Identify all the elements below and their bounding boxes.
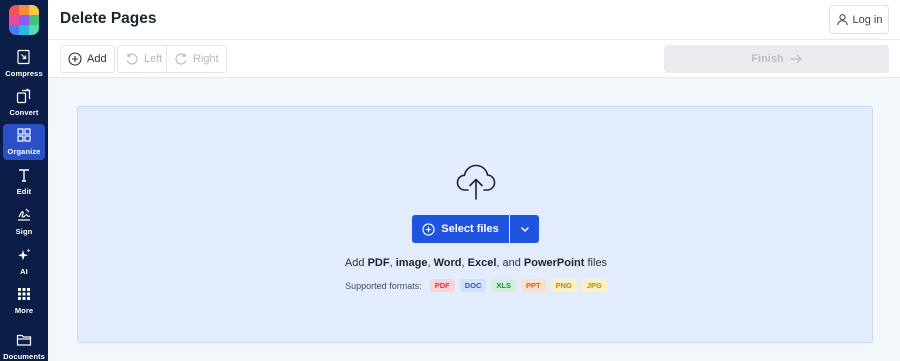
select-files-label: Select files — [441, 223, 499, 235]
app-logo[interactable] — [9, 5, 39, 35]
logo-tile — [29, 5, 39, 15]
logo-tile — [9, 25, 19, 35]
logo-tile — [9, 5, 19, 15]
type-powerpoint: PowerPoint — [523, 257, 585, 269]
cloud-upload-icon — [456, 164, 496, 200]
compress-icon — [17, 49, 30, 65]
user-icon — [836, 14, 848, 26]
toolbar: Add Left Right Finish — [48, 40, 900, 78]
organize-icon — [17, 128, 31, 142]
sidebar-item-label: Organize — [7, 147, 41, 156]
login-label: Log in — [852, 13, 883, 26]
format-badge-pdf: PDF — [429, 279, 455, 292]
sidebar-item-documents[interactable]: Documents — [3, 329, 45, 361]
format-badge-jpg: JPG — [581, 279, 607, 292]
arrow-right-icon — [790, 54, 802, 64]
add-label: Add — [87, 53, 107, 65]
sidebar-item-label: Sign — [15, 227, 33, 236]
logo-tile — [19, 25, 29, 35]
finish-button[interactable]: Finish — [664, 45, 889, 73]
sidebar-item-sign[interactable]: Sign — [3, 204, 45, 240]
format-badge-xls: XLS — [491, 279, 516, 292]
sidebar-item-compress[interactable]: Compress — [3, 46, 45, 82]
page-title: Delete Pages — [60, 10, 157, 27]
header: Delete Pages Log in — [48, 0, 900, 40]
sidebar-item-label: AI — [20, 267, 28, 276]
text-edit-icon — [19, 169, 29, 182]
sidebar-item-label: Documents — [3, 352, 45, 361]
plus-circle-icon — [68, 52, 82, 66]
supported-types-text: Add PDF, image, Word, Excel, and PowerPo… — [344, 257, 608, 269]
rotate-right-icon — [175, 53, 187, 65]
logo-tile — [9, 15, 19, 25]
add-text-suffix: files — [587, 257, 608, 269]
chevron-down-icon — [520, 227, 529, 232]
sidebar-item-label: More — [14, 306, 34, 315]
right-label: Right — [193, 53, 219, 65]
finish-label: Finish — [751, 53, 784, 65]
rotate-right-button[interactable]: Right — [166, 45, 227, 73]
sidebar: Compress Convert Organize Edit Sign AI M… — [0, 0, 48, 361]
format-badge-png: PNG — [550, 279, 577, 292]
file-dropzone[interactable]: Select files Add PDF, image, Word, Excel… — [77, 106, 873, 343]
type-image: image — [395, 257, 428, 269]
grid-dots-icon — [18, 288, 30, 300]
supported-formats: Supported formats: PDF DOC XLS PPT PNG J… — [78, 279, 874, 292]
logo-tile — [19, 15, 29, 25]
add-text-prefix: Add — [344, 257, 365, 269]
sidebar-item-more[interactable]: More — [3, 283, 45, 319]
sidebar-item-label: Edit — [16, 187, 32, 196]
select-source-dropdown[interactable] — [510, 215, 539, 243]
sidebar-item-ai[interactable]: AI — [3, 244, 45, 280]
logo-tile — [29, 15, 39, 25]
login-button[interactable]: Log in — [829, 5, 889, 34]
sidebar-item-label: Convert — [9, 108, 39, 117]
rotate-left-icon — [126, 53, 138, 65]
select-files-button[interactable]: Select files — [412, 215, 509, 243]
logo-tile — [29, 25, 39, 35]
logo-tile — [19, 5, 29, 15]
add-button[interactable]: Add — [60, 45, 115, 73]
select-files-group: Select files — [412, 215, 539, 243]
type-pdf: PDF — [367, 257, 390, 269]
sidebar-item-organize[interactable]: Organize — [3, 124, 45, 160]
sidebar-item-edit[interactable]: Edit — [3, 164, 45, 200]
left-label: Left — [144, 53, 163, 65]
supported-formats-label: Supported formats: — [345, 280, 422, 291]
rotate-left-button[interactable]: Left — [117, 45, 170, 73]
sidebar-item-convert[interactable]: Convert — [3, 85, 45, 121]
convert-icon — [16, 88, 31, 104]
plus-circle-icon — [422, 222, 435, 236]
folder-icon — [16, 334, 32, 346]
format-badge-ppt: PPT — [520, 279, 546, 292]
format-badge-doc: DOC — [459, 279, 487, 292]
signature-icon — [18, 208, 31, 221]
type-word: Word — [433, 257, 462, 269]
type-excel: Excel — [467, 257, 497, 269]
sparkle-icon — [18, 248, 31, 261]
sidebar-item-label: Compress — [5, 69, 43, 78]
